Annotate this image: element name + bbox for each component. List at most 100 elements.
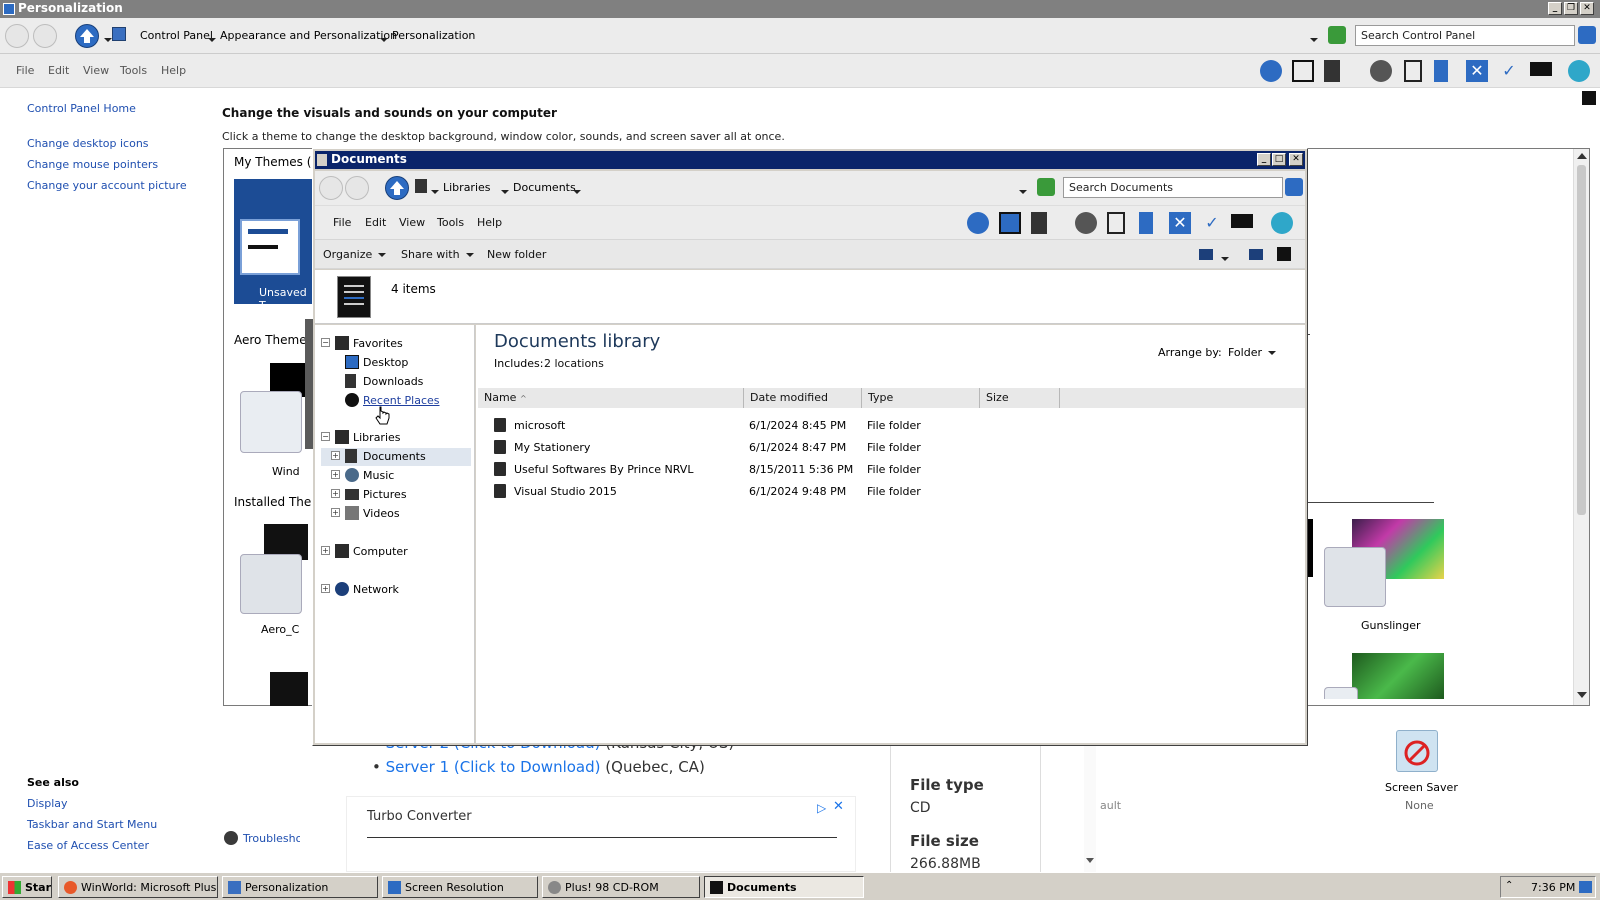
- unsaved-theme-tile[interactable]: Unsaved T: [234, 179, 314, 312]
- tray-expand-icon[interactable]: ⌃: [1505, 880, 1513, 891]
- screen-saver-label[interactable]: Screen Saver: [1385, 781, 1458, 794]
- documents-maximize-button[interactable]: □: [1272, 153, 1286, 166]
- troubleshoot-link[interactable]: Troublesho: [243, 832, 302, 845]
- new-folder-button[interactable]: New folder: [487, 248, 546, 261]
- server-1-link[interactable]: Server 1 (Click to Download): [386, 758, 601, 776]
- menu-view[interactable]: View: [83, 64, 109, 77]
- column-header-date-modified[interactable]: Date modified: [744, 388, 862, 408]
- menu-tools[interactable]: Tools: [120, 64, 147, 77]
- file-row[interactable]: microsoft 6/1/2024 8:45 PM File folder: [490, 415, 1290, 437]
- nav-favorites[interactable]: − Favorites: [321, 335, 471, 353]
- change-account-picture-link[interactable]: Change your account picture: [27, 179, 187, 192]
- address-separator-icon[interactable]: [431, 185, 439, 198]
- nav-desktop[interactable]: Desktop: [321, 354, 471, 372]
- up-button[interactable]: [75, 24, 99, 48]
- task-winworld[interactable]: WinWorld: Microsoft Plus...: [58, 876, 218, 898]
- breadcrumb-separator-icon[interactable]: [208, 33, 216, 46]
- documents-menu-tools[interactable]: Tools: [437, 216, 464, 229]
- view-pane-icon[interactable]: [1292, 60, 1314, 82]
- search-control-panel-input[interactable]: Search Control Panel: [1355, 25, 1575, 46]
- breadcrumb-personalization[interactable]: Personalization: [392, 29, 475, 42]
- documents-menu-help[interactable]: Help: [477, 216, 502, 229]
- gunslinger-theme-tile[interactable]: [1324, 519, 1448, 611]
- expand-icon[interactable]: +: [331, 508, 340, 517]
- copy-icon[interactable]: [1107, 212, 1125, 234]
- expand-icon[interactable]: +: [321, 584, 330, 593]
- recent-pages-dropdown[interactable]: [104, 33, 112, 46]
- properties-icon[interactable]: [1530, 62, 1552, 76]
- column-header-name[interactable]: Name ^: [478, 388, 744, 408]
- forward-button[interactable]: [33, 24, 57, 48]
- organize-button[interactable]: Organize: [323, 248, 387, 261]
- nav-libraries[interactable]: − Libraries: [321, 429, 471, 447]
- theme-tile-leaf[interactable]: [1352, 653, 1444, 699]
- expand-icon[interactable]: +: [331, 489, 340, 498]
- theme-tile-partial[interactable]: [240, 672, 308, 706]
- search-icon[interactable]: [1578, 26, 1596, 44]
- display-link[interactable]: Display: [27, 797, 68, 810]
- address-separator-icon[interactable]: [501, 185, 509, 198]
- screen-saver-icon[interactable]: [1396, 730, 1438, 772]
- change-desktop-icons-link[interactable]: Change desktop icons: [27, 137, 149, 150]
- collapse-icon[interactable]: −: [321, 432, 330, 441]
- menu-file[interactable]: File: [16, 64, 34, 77]
- share-with-button[interactable]: Share with: [401, 248, 474, 261]
- properties-icon[interactable]: [1231, 214, 1253, 228]
- search-documents-input[interactable]: Search Documents: [1063, 177, 1283, 198]
- breadcrumb-appearance[interactable]: Appearance and Personalization: [220, 29, 397, 42]
- checkmark-icon[interactable]: ✓: [1201, 212, 1223, 234]
- view-pane-icon[interactable]: [999, 212, 1021, 234]
- file-row[interactable]: Useful Softwares By Prince NRVL 8/15/201…: [490, 459, 1290, 481]
- breadcrumb-documents[interactable]: Documents: [513, 181, 576, 194]
- task-screen-resolution[interactable]: Screen Resolution: [382, 876, 538, 898]
- expand-icon[interactable]: +: [331, 451, 340, 460]
- breadcrumb-control-panel[interactable]: Control Panel: [140, 29, 213, 42]
- expand-icon[interactable]: +: [331, 470, 340, 479]
- preview-pane-icon[interactable]: [1249, 249, 1263, 260]
- folder-options-icon[interactable]: [1324, 60, 1340, 82]
- change-mouse-pointers-link[interactable]: Change mouse pointers: [27, 158, 158, 171]
- ad-choices-icon[interactable]: ▷: [817, 801, 826, 815]
- refresh-icon[interactable]: [1328, 26, 1346, 44]
- globe-icon[interactable]: [1271, 212, 1293, 234]
- documents-back-button[interactable]: [319, 176, 343, 200]
- nav-network[interactable]: + Network: [321, 581, 471, 599]
- theme-gallery-scrollbar[interactable]: [1573, 149, 1589, 705]
- up-arrow-icon[interactable]: [1260, 60, 1282, 82]
- aero-c-theme-tile[interactable]: [240, 524, 308, 616]
- change-view-icon[interactable]: [1199, 249, 1213, 260]
- checkmark-icon[interactable]: ✓: [1498, 60, 1520, 82]
- column-header-size[interactable]: Size: [980, 388, 1060, 408]
- breadcrumb-separator-icon[interactable]: [380, 33, 388, 46]
- documents-minimize-button[interactable]: _: [1257, 153, 1271, 166]
- breadcrumb-libraries[interactable]: Libraries: [443, 181, 491, 194]
- nav-recent-places[interactable]: Recent Places: [321, 392, 471, 410]
- clock[interactable]: 7:36 PM: [1531, 881, 1575, 894]
- documents-menu-view[interactable]: View: [399, 216, 425, 229]
- help-corner-icon[interactable]: [1582, 91, 1596, 105]
- documents-close-button[interactable]: ✕: [1289, 153, 1303, 166]
- help-icon[interactable]: [1277, 247, 1291, 261]
- scroll-down-icon[interactable]: [1577, 692, 1587, 698]
- back-button[interactable]: [5, 24, 29, 48]
- copy-icon[interactable]: [1404, 60, 1422, 82]
- ad-box[interactable]: Turbo Converter ▷ ✕: [346, 796, 856, 872]
- documents-up-button[interactable]: [385, 176, 409, 200]
- collapse-icon[interactable]: −: [321, 338, 330, 347]
- task-plus98-cdrom[interactable]: Plus! 98 CD-ROM: [542, 876, 700, 898]
- restore-button[interactable]: ❐: [1564, 2, 1578, 15]
- web-scrollbar[interactable]: [1084, 740, 1096, 872]
- start-button[interactable]: Start: [2, 876, 52, 898]
- scroll-down-icon[interactable]: [1086, 858, 1094, 863]
- documents-menu-edit[interactable]: Edit: [365, 216, 386, 229]
- ad-close-icon[interactable]: ✕: [833, 799, 844, 814]
- folder-options-icon[interactable]: [1031, 212, 1047, 234]
- nav-pictures[interactable]: + Pictures: [321, 486, 471, 504]
- documents-search-icon[interactable]: [1285, 178, 1303, 196]
- taskbar-start-menu-link[interactable]: Taskbar and Start Menu: [27, 818, 157, 831]
- address-history-dropdown[interactable]: [1019, 185, 1027, 198]
- scroll-up-icon[interactable]: [1577, 153, 1587, 159]
- address-history-dropdown[interactable]: [1310, 33, 1318, 46]
- delete-icon[interactable]: ✕: [1466, 60, 1488, 82]
- includes-locations-link[interactable]: 2 locations: [544, 357, 604, 370]
